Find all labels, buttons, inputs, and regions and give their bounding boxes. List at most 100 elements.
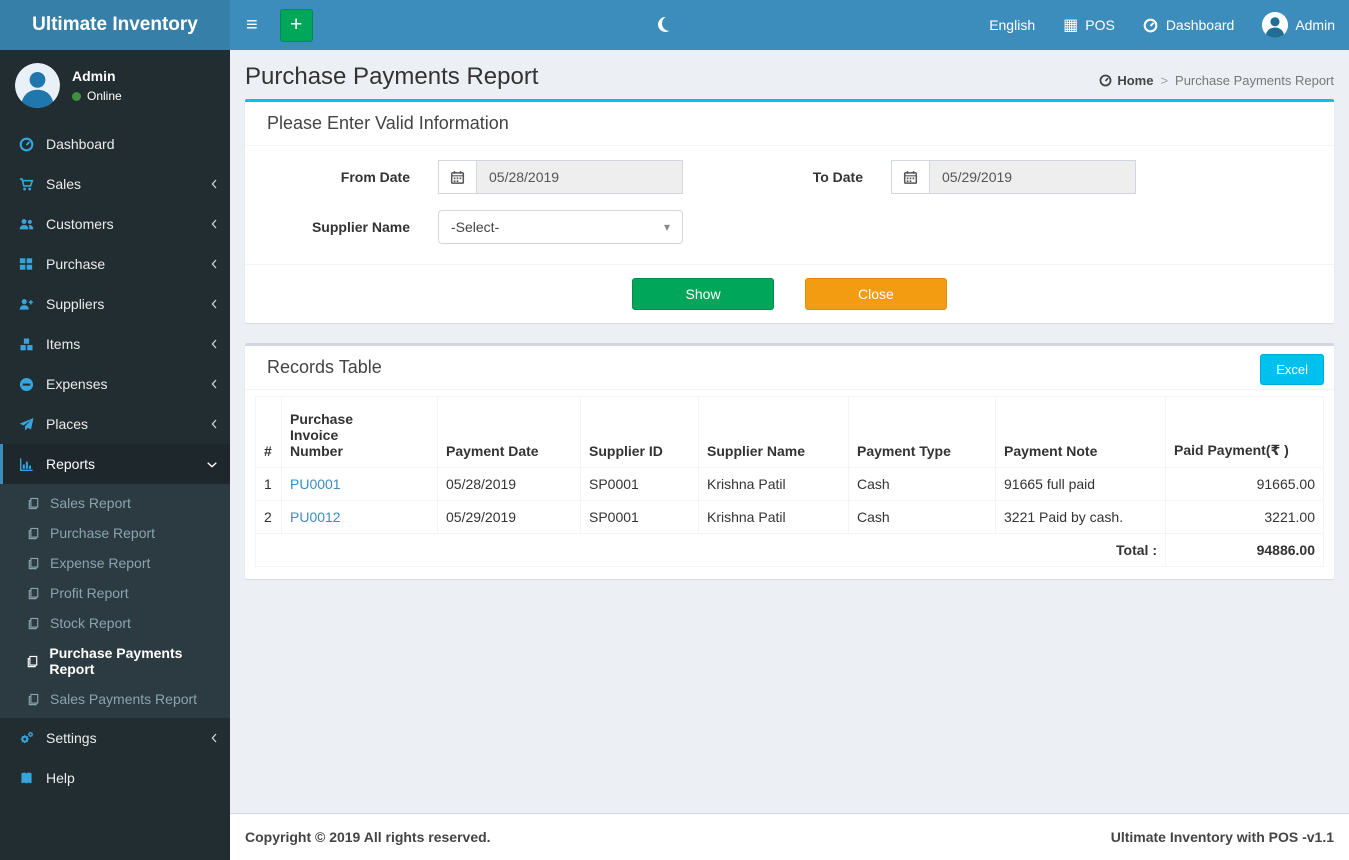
online-status-icon — [72, 91, 81, 101]
pos-menu[interactable]: ▦ POS — [1049, 0, 1129, 50]
sidebar-item-settings[interactable]: Settings — [0, 718, 230, 758]
sidebar-user-name: Admin — [72, 68, 116, 84]
files-icon — [24, 617, 42, 630]
sidebar-item-customers[interactable]: Customers — [0, 204, 230, 244]
to-date-input[interactable] — [929, 160, 1136, 194]
sidebar-item-dashboard[interactable]: Dashboard — [0, 124, 230, 164]
sidebar-item-label: Suppliers — [46, 296, 105, 312]
chevron-left-icon — [210, 732, 218, 744]
paper-plane-icon — [15, 417, 37, 432]
supplier-select[interactable]: -Select- ▾ — [438, 210, 683, 244]
total-value: 94886.00 — [1165, 533, 1324, 567]
breadcrumb-current: Purchase Payments Report — [1175, 73, 1334, 88]
sidebar-item-items[interactable]: Items — [0, 324, 230, 364]
language-menu[interactable]: English — [975, 0, 1049, 50]
col-sn: # — [255, 396, 282, 468]
chevron-left-icon — [210, 258, 218, 270]
chevron-left-icon — [210, 338, 218, 350]
files-icon — [24, 693, 42, 706]
grid-icon — [15, 257, 37, 271]
brand-logo[interactable]: Ultimate Inventory — [0, 0, 230, 50]
sidebar-user-status: Online — [72, 89, 122, 103]
invoice-link[interactable]: PU0001 — [290, 476, 341, 492]
sidebar-toggle-icon[interactable]: ≡ — [230, 0, 274, 50]
quick-add-button[interactable]: + — [279, 8, 313, 42]
dashboard-label: Dashboard — [1165, 17, 1235, 33]
breadcrumb: Home > Purchase Payments Report — [1098, 73, 1334, 91]
users-icon — [15, 217, 37, 232]
sidebar-item-label: Dashboard — [46, 136, 115, 152]
sidebar-item-suppliers[interactable]: Suppliers — [0, 284, 230, 324]
close-button[interactable]: Close — [804, 278, 947, 310]
sidebar-item-label: Expenses — [46, 376, 108, 392]
sidebar-item-sales[interactable]: Sales — [0, 164, 230, 204]
sidebar-item-stock-report[interactable]: Stock Report — [0, 608, 230, 638]
from-date-input[interactable] — [476, 160, 683, 194]
sidebar-item-reports[interactable]: Reports — [0, 444, 230, 484]
avatar — [15, 63, 60, 108]
table-row: 2 PU0012 05/29/2019 SP0001 Krishna Patil… — [255, 500, 1324, 534]
files-icon — [24, 497, 42, 510]
sidebar: Admin Online Dashboard Sales Customers P… — [0, 50, 230, 860]
calculator-icon: ▦ — [1063, 17, 1079, 34]
sidebar-item-purchase-payments-report[interactable]: Purchase Payments Report — [0, 638, 230, 684]
dark-mode-icon[interactable] — [658, 17, 673, 32]
dashboard-menu[interactable]: Dashboard — [1129, 0, 1249, 50]
caret-down-icon: ▾ — [663, 220, 670, 234]
files-icon — [24, 557, 42, 570]
sidebar-item-profit-report[interactable]: Profit Report — [0, 578, 230, 608]
chevron-left-icon — [210, 298, 218, 310]
table-total-row: Total : 94886.00 — [255, 533, 1324, 567]
sidebar-item-sales-payments-report[interactable]: Sales Payments Report — [0, 684, 230, 714]
user-plus-icon — [15, 297, 37, 312]
sidebar-item-label: Customers — [46, 216, 114, 232]
breadcrumb-home[interactable]: Home — [1098, 73, 1153, 88]
from-date-group — [438, 160, 683, 194]
to-date-group — [891, 160, 1136, 194]
cart-icon — [15, 177, 37, 192]
col-payment-type: Payment Type — [848, 396, 996, 468]
sidebar-item-label: Purchase — [46, 256, 106, 272]
sidebar-item-expenses[interactable]: Expenses — [0, 364, 230, 404]
sidebar-item-help[interactable]: Help — [0, 758, 230, 798]
minus-circle-icon — [15, 377, 37, 392]
user-menu[interactable]: Admin — [1248, 0, 1349, 50]
sidebar-item-purchase-report[interactable]: Purchase Report — [0, 518, 230, 548]
chevron-left-icon — [210, 178, 218, 190]
table-row: 1 PU0001 05/28/2019 SP0001 Krishna Patil… — [255, 467, 1324, 501]
show-button[interactable]: Show — [632, 278, 775, 310]
sidebar-user-panel: Admin Online — [0, 50, 230, 124]
sidebar-item-label: Help — [46, 770, 75, 786]
from-date-label: From Date — [340, 169, 410, 185]
tachometer-icon — [1098, 74, 1112, 87]
language-label: English — [989, 17, 1036, 33]
sidebar-item-places[interactable]: Places — [0, 404, 230, 444]
records-table: # Purchase Invoice Number Payment Date S… — [255, 396, 1324, 567]
top-navbar: Ultimate Inventory ≡ + English ▦ POS Das… — [0, 0, 1349, 50]
sidebar-item-expense-report[interactable]: Expense Report — [0, 548, 230, 578]
filter-box-title: Please Enter Valid Information — [245, 102, 1334, 146]
breadcrumb-separator: > — [1160, 73, 1169, 88]
chevron-left-icon — [210, 218, 218, 230]
sidebar-item-sales-report[interactable]: Sales Report — [0, 488, 230, 518]
col-supplier-id: Supplier ID — [580, 396, 699, 468]
footer-copyright: Copyright © 2019 All rights reserved. — [245, 829, 491, 845]
calendar-icon — [438, 160, 476, 194]
footer-version: Ultimate Inventory with POS -v1.1 — [1110, 829, 1334, 845]
page-title: Purchase Payments Report — [245, 63, 539, 90]
supplier-select-value: -Select- — [451, 219, 500, 235]
table-header-row: # Purchase Invoice Number Payment Date S… — [255, 396, 1324, 468]
filter-box: Please Enter Valid Information From Date… — [245, 99, 1334, 323]
sidebar-item-purchase[interactable]: Purchase — [0, 244, 230, 284]
files-icon — [24, 587, 42, 600]
excel-export-button[interactable]: Excel — [1260, 354, 1324, 385]
cubes-icon — [15, 337, 37, 352]
pos-label: POS — [1085, 17, 1115, 33]
avatar — [1262, 12, 1289, 38]
records-box-title: Records Table — [267, 357, 382, 377]
to-date-label: To Date — [812, 169, 863, 185]
invoice-link[interactable]: PU0012 — [290, 509, 341, 525]
col-payment-date: Payment Date — [437, 396, 581, 468]
sidebar-item-label: Places — [46, 416, 89, 432]
chevron-down-icon — [206, 460, 218, 469]
